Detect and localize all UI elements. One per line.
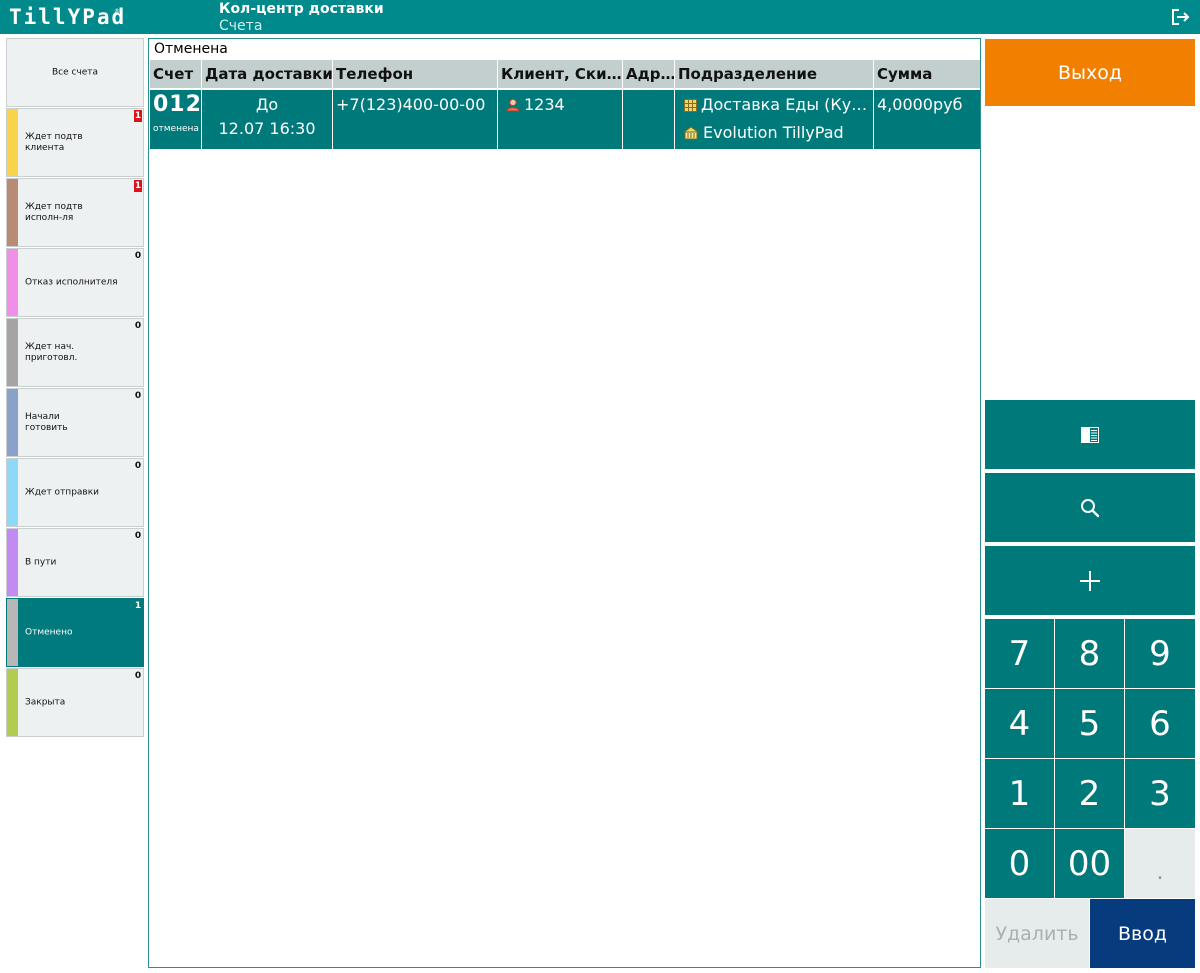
sidebar-item-cancelled[interactable]: Отменено 1 [6,598,144,667]
column-header-sum[interactable]: Сумма [874,60,980,88]
sidebar-item-on-the-way[interactable]: В пути 0 [6,528,144,597]
keypad-00[interactable]: 00 [1055,829,1124,898]
sidebar-item-awaiting-executor[interactable]: Ждет подтв исполн-ля 1 [6,178,144,247]
keypad-4[interactable]: 4 [985,689,1054,758]
division-entry: Доставка Еды (Ку… [684,95,867,114]
layout-toggle-button[interactable] [985,400,1195,469]
logo-registered-mark: ® [114,8,120,15]
app: TillYPad ® Кол-центр доставки Счета Все … [0,0,1200,973]
sidebar-item-label: Ждет нач. приготовл. [25,341,78,363]
keypad-7[interactable]: 7 [985,619,1054,688]
sidebar-item-label: Отменено [25,627,73,637]
order-status: отменена [153,124,199,134]
keypad-9[interactable]: 9 [1125,619,1195,688]
sidebar-item-count: 0 [134,671,142,681]
column-header-address[interactable]: Адр… [623,60,675,88]
logout-icon[interactable] [1171,8,1191,26]
sidebar-item-closed[interactable]: Закрыта 0 [6,668,144,737]
sidebar-item-count: 0 [134,391,142,401]
sidebar-item-awaiting-client[interactable]: Ждет подтв клиента 1 [6,108,144,177]
cell-number: 012 отменена [150,90,202,149]
keypad-6[interactable]: 6 [1125,689,1195,758]
search-button[interactable] [985,473,1195,542]
date-prefix: До [255,95,279,114]
enter-button[interactable]: Ввод [1090,899,1195,968]
column-header-client[interactable]: Клиент, Ски… [498,60,623,88]
cell-sum: 4,0000руб [874,90,980,149]
status-color-stripe [7,179,18,246]
sidebar-item-count: 1 [134,601,142,611]
status-color-stripe [7,529,18,596]
status-color-stripe [7,109,18,176]
grid-icon [684,99,697,112]
status-color-stripe [7,319,18,386]
sidebar-item-executor-refused[interactable]: Отказ исполнителя 0 [6,248,144,317]
column-header-delivery-date[interactable]: Дата доставки [202,60,333,88]
table-row[interactable]: 012 отменена До 12.07 16:30 +7(123)400-0… [150,90,980,149]
cell-client: 1234 [498,90,623,149]
cell-division: Доставка Еды (Ку… Evolution TillyPad [675,90,874,149]
sidebar-item-label: В пути [25,557,57,567]
column-header-number[interactable]: Счет [150,60,202,88]
app-title: Кол-центр доставки [219,1,384,17]
sidebar-item-count: 1 [134,110,142,122]
app-header: TillYPad ® Кол-центр доставки Счета [0,0,1200,34]
cell-delivery-date: До 12.07 16:30 [202,90,333,149]
table-header: Счет Дата доставки Телефон Клиент, Ски… … [150,60,980,88]
panel-icon [1081,426,1099,443]
sidebar-item-label: Начали готовить [25,411,68,433]
cell-address [623,90,675,149]
sidebar-item-all[interactable]: Все счета [6,38,144,107]
plus-icon [1080,570,1100,591]
sidebar-item-count: 0 [134,321,142,331]
status-color-stripe [7,459,18,526]
building-icon [683,126,699,140]
cell-phone: +7(123)400-00-00 [333,90,498,149]
delivery-date: 12.07 16:30 [218,119,316,138]
phone-number: +7(123)400-00-00 [336,95,486,114]
division-name: Доставка Еды (Ку… [701,95,868,114]
sidebar-item-count: 0 [134,531,142,541]
sidebar-item-label: Все счета [51,67,99,77]
keypad-1[interactable]: 1 [985,759,1054,828]
keypad-5[interactable]: 5 [1055,689,1124,758]
keypad-2[interactable]: 2 [1055,759,1124,828]
order-number: 012 [153,92,202,117]
sidebar-item-count: 0 [134,251,142,261]
sidebar-item-label: Закрыта [25,697,66,707]
keypad-decimal[interactable]: . [1125,829,1195,898]
column-header-division[interactable]: Подразделение [675,60,874,88]
sidebar-item-label: Ждет подтв исполн-ля [25,201,83,223]
keypad-0[interactable]: 0 [985,829,1054,898]
user-icon [506,98,520,112]
status-color-stripe [7,669,18,736]
client-entry: 1234 [506,95,565,114]
add-button[interactable] [985,546,1195,615]
page-title: Счета [219,18,263,34]
client-name: 1234 [524,95,565,114]
filter-title: Отменена [154,41,228,57]
search-icon [1081,498,1100,517]
sidebar-item-awaiting-dispatch[interactable]: Ждет отправки 0 [6,458,144,527]
sidebar-item-cooking[interactable]: Начали готовить 0 [6,388,144,457]
sidebar-item-count: 1 [134,180,142,192]
app-logo: TillYPad [9,5,127,29]
company-entry: Evolution TillyPad [683,123,844,142]
exit-button[interactable]: Выход [985,39,1195,106]
sidebar-item-awaiting-cooking[interactable]: Ждет нач. приготовл. 0 [6,318,144,387]
keypad-8[interactable]: 8 [1055,619,1124,688]
sidebar-item-label: Отказ исполнителя [25,277,118,287]
order-sum: 4,0000руб [877,95,963,114]
orders-panel: Отменена Счет Дата доставки Телефон Клие… [148,38,981,968]
status-color-stripe [7,599,18,666]
sidebar-item-label: Ждет отправки [25,487,100,497]
keypad-3[interactable]: 3 [1125,759,1195,828]
sidebar-item-label: Ждет подтв клиента [25,131,83,153]
status-color-stripe [7,249,18,316]
company-name: Evolution TillyPad [703,123,844,142]
status-color-stripe [7,389,18,456]
sidebar-item-count: 0 [134,461,142,471]
column-header-phone[interactable]: Телефон [333,60,498,88]
delete-button[interactable]: Удалить [985,899,1089,968]
